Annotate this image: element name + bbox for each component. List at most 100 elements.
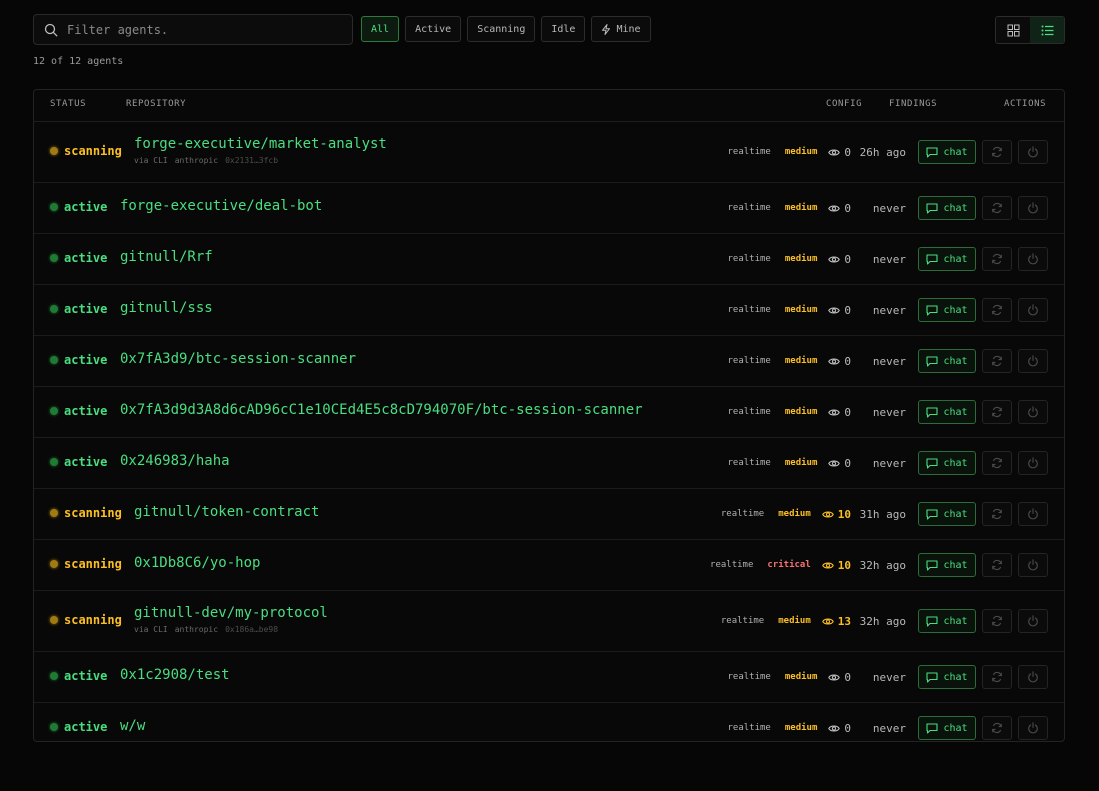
chat-button[interactable]: chat — [918, 298, 976, 322]
chat-button[interactable]: chat — [918, 716, 976, 740]
table-row: active gitnull/Rrf realtime medium 0 never cha… — [34, 234, 1064, 285]
table-row: scanning gitnull/token-contract realtime me… — [34, 489, 1064, 540]
repo-link[interactable]: gitnull/Rrf — [120, 249, 213, 265]
stop-button[interactable] — [1018, 451, 1048, 475]
severity-badge: medium — [778, 509, 811, 519]
rescan-button[interactable] — [982, 349, 1012, 373]
last-scan: never — [872, 405, 906, 419]
repo-meta: via CLI anthropic 0x186a…be98 — [134, 625, 285, 634]
stop-button[interactable] — [1018, 609, 1048, 633]
repo-link[interactable]: gitnull/sss — [120, 300, 213, 316]
status-indicator: active — [50, 669, 107, 683]
meta-address: 0x186a…be98 — [225, 625, 279, 634]
chat-button[interactable]: chat — [918, 140, 976, 164]
rescan-button[interactable] — [982, 298, 1012, 322]
rescan-button[interactable] — [982, 196, 1012, 220]
table-row: active 0x7fA3d9d3A8d6cAD96cC1e10CEd4E5c8c… — [34, 387, 1064, 438]
chat-icon — [926, 406, 939, 418]
filter-scanning-button[interactable]: Scanning — [467, 16, 536, 42]
stop-button[interactable] — [1018, 502, 1048, 526]
repo-link[interactable]: gitnull/token-contract — [134, 504, 319, 520]
filter-active-button[interactable]: Active — [405, 16, 462, 42]
last-scan: never — [872, 303, 906, 317]
status-dot — [50, 305, 58, 313]
grid-icon — [1007, 24, 1019, 36]
table-row: active 0x7fA3d9/btc-session-scanner realti… — [34, 336, 1064, 387]
rescan-button[interactable] — [982, 140, 1012, 164]
findings-count: 0 — [828, 253, 851, 266]
status-label: active — [64, 302, 108, 316]
chat-icon — [926, 722, 939, 734]
chat-button[interactable]: chat — [918, 349, 976, 373]
findings-value: 0 — [844, 405, 851, 419]
chat-button[interactable]: chat — [918, 247, 976, 271]
stop-button[interactable] — [1018, 247, 1048, 271]
findings-value: 0 — [844, 201, 851, 215]
findings-count: 0 — [828, 304, 851, 317]
config-mode: realtime — [727, 254, 771, 264]
repo-link[interactable]: 0x246983/haha — [120, 453, 230, 469]
repo-link[interactable]: gitnull-dev/my-protocol — [134, 605, 328, 621]
stop-button[interactable] — [1018, 196, 1048, 220]
filter-mine-button[interactable]: Mine — [591, 16, 651, 42]
repo-link[interactable]: forge-executive/deal-bot — [120, 198, 322, 214]
repo-link[interactable]: 0x1c2908/test — [120, 667, 230, 683]
eye-icon — [821, 617, 834, 626]
repo-link[interactable]: 0x1Db8C6/yo-hop — [134, 555, 260, 571]
chat-button[interactable]: chat — [918, 553, 976, 577]
repo-link[interactable]: 0x7fA3d9d3A8d6cAD96cC1e10CEd4E5c8cD79407… — [120, 402, 643, 418]
status-label: active — [64, 353, 108, 367]
chat-button[interactable]: chat — [918, 400, 976, 424]
rescan-button[interactable] — [982, 553, 1012, 577]
row-right: realtime critical 10 32h ago chat — [710, 553, 1048, 577]
status-dot — [50, 616, 58, 624]
rescan-button[interactable] — [982, 716, 1012, 740]
repo-link[interactable]: 0x7fA3d9/btc-session-scanner — [120, 351, 356, 367]
row-right: realtime medium 0 never chat — [728, 298, 1048, 322]
chat-button[interactable]: chat — [918, 502, 976, 526]
filter-idle-button[interactable]: Idle — [541, 16, 586, 42]
config-mode: realtime — [727, 407, 771, 417]
grid-view-button[interactable] — [996, 17, 1030, 43]
chat-button[interactable]: chat — [918, 196, 976, 220]
list-view-button[interactable] — [1030, 17, 1064, 43]
rescan-button[interactable] — [982, 609, 1012, 633]
power-icon — [1027, 559, 1039, 571]
stop-button[interactable] — [1018, 140, 1048, 164]
stop-button[interactable] — [1018, 665, 1048, 689]
row-right: realtime medium 0 never chat — [728, 716, 1048, 740]
chat-button[interactable]: chat — [918, 609, 976, 633]
status-label: scanning — [64, 613, 122, 627]
chat-label: chat — [943, 671, 968, 683]
chat-button[interactable]: chat — [918, 451, 976, 475]
stop-button[interactable] — [1018, 716, 1048, 740]
header-findings: FINDINGS — [889, 99, 938, 109]
rescan-button[interactable] — [982, 451, 1012, 475]
filter-label: All — [371, 23, 390, 35]
search-box[interactable] — [33, 14, 353, 45]
eye-icon — [828, 148, 841, 157]
repo-link[interactable]: w/w — [120, 718, 145, 734]
filter-label: Mine — [616, 23, 641, 35]
stop-button[interactable] — [1018, 400, 1048, 424]
chat-icon — [926, 457, 939, 469]
repo-link[interactable]: forge-executive/market-analyst — [134, 136, 387, 152]
eye-icon — [821, 561, 834, 570]
chat-icon — [926, 253, 939, 265]
rescan-button[interactable] — [982, 247, 1012, 271]
chat-button[interactable]: chat — [918, 665, 976, 689]
refresh-icon — [991, 722, 1003, 734]
stop-button[interactable] — [1018, 298, 1048, 322]
last-scan: 32h ago — [859, 558, 906, 572]
severity-badge: medium — [784, 672, 818, 682]
chat-icon — [926, 559, 939, 571]
rescan-button[interactable] — [982, 665, 1012, 689]
search-input[interactable] — [65, 21, 329, 38]
power-icon — [1027, 146, 1039, 158]
stop-button[interactable] — [1018, 349, 1048, 373]
stop-button[interactable] — [1018, 553, 1048, 577]
rescan-button[interactable] — [982, 502, 1012, 526]
rescan-button[interactable] — [982, 400, 1012, 424]
findings-count: 0 — [828, 457, 851, 470]
filter-all-button[interactable]: All — [361, 16, 400, 42]
